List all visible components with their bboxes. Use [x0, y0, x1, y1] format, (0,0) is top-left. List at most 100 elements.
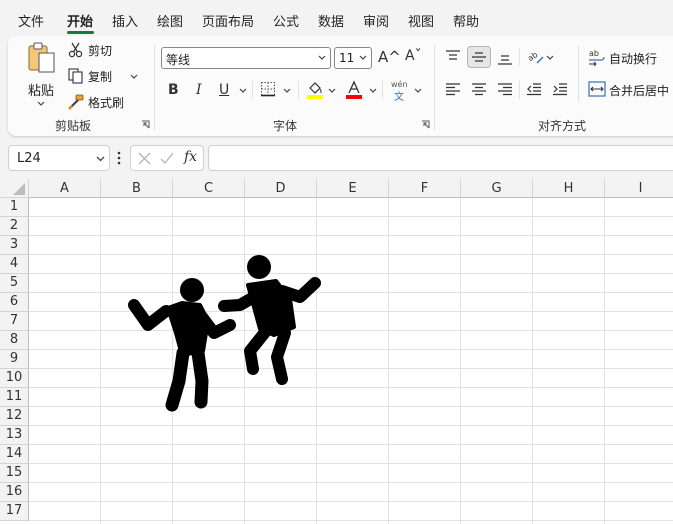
fill-color-swatch — [307, 95, 323, 99]
tab-data[interactable]: 数据 — [318, 11, 344, 30]
separator — [578, 46, 579, 102]
copy-button[interactable]: 复制 — [68, 67, 140, 87]
row-header-12[interactable]: 12 — [0, 407, 29, 426]
decrease-indent-button[interactable] — [522, 78, 546, 100]
dialog-launcher-icon[interactable] — [141, 120, 150, 129]
align-center-button[interactable] — [467, 78, 491, 100]
fill-color-icon[interactable] — [306, 80, 324, 99]
row-header-2[interactable]: 2 — [0, 217, 29, 236]
underline-button[interactable]: U — [219, 82, 229, 98]
increase-indent-button[interactable] — [548, 78, 572, 100]
row-header-17[interactable]: 17 — [0, 502, 29, 521]
chevron-down-icon[interactable] — [546, 55, 554, 61]
borders-icon[interactable] — [260, 81, 276, 97]
row-header-11[interactable]: 11 — [0, 388, 29, 407]
tab-home[interactable]: 开始 — [67, 11, 93, 30]
column-header-f[interactable]: F — [389, 179, 461, 198]
grid-line — [29, 444, 673, 445]
chevron-down-icon[interactable] — [283, 88, 291, 94]
cancel-icon[interactable] — [138, 152, 151, 165]
align-middle-button[interactable] — [467, 46, 491, 68]
font-group-label: 字体 — [273, 119, 298, 133]
merge-center-label: 合并后居中 — [609, 84, 670, 98]
decrease-font-button[interactable]: Aˇ — [405, 48, 422, 64]
dialog-launcher-icon[interactable] — [421, 120, 430, 129]
tab-view[interactable]: 视图 — [408, 11, 434, 30]
align-bottom-button[interactable] — [493, 47, 517, 69]
row-header-4[interactable]: 4 — [0, 255, 29, 274]
column-header-a[interactable]: A — [29, 179, 101, 198]
grid-line — [29, 501, 673, 502]
row-header-1[interactable]: 1 — [0, 198, 29, 217]
tab-insert[interactable]: 插入 — [112, 11, 138, 30]
bold-button[interactable]: B — [168, 82, 179, 98]
font-name-select[interactable]: 等线 — [161, 47, 331, 69]
row-header-7[interactable]: 7 — [0, 312, 29, 331]
row-header-9[interactable]: 9 — [0, 350, 29, 369]
tab-page-layout[interactable]: 页面布局 — [202, 11, 254, 30]
row-header-13[interactable]: 13 — [0, 426, 29, 445]
format-painter-button[interactable]: 格式刷 — [68, 93, 134, 113]
tab-draw[interactable]: 绘图 — [157, 11, 183, 30]
cut-button[interactable]: 剪切 — [68, 41, 128, 61]
paste-button[interactable]: 粘贴 — [22, 42, 60, 108]
chevron-down-icon[interactable] — [130, 74, 138, 80]
row-header-14[interactable]: 14 — [0, 445, 29, 464]
worksheet-grid[interactable]: A B C D E F G H I 1 2 3 4 5 6 7 8 9 10 1… — [0, 179, 673, 524]
italic-button[interactable]: I — [196, 82, 202, 98]
row-header-3[interactable]: 3 — [0, 236, 29, 255]
tab-file[interactable]: 文件 — [18, 11, 44, 30]
tab-review[interactable]: 审阅 — [363, 11, 389, 30]
font-color-icon[interactable] — [345, 80, 363, 99]
merge-center-button[interactable]: 合并后居中 — [588, 79, 673, 101]
grid-line — [29, 235, 673, 236]
row-header-10[interactable]: 10 — [0, 369, 29, 388]
align-right-button[interactable] — [493, 78, 517, 100]
align-left-icon — [446, 83, 460, 96]
svg-text:ab: ab — [589, 49, 599, 58]
alignment-group-label: 对齐方式 — [538, 119, 587, 133]
column-header-d[interactable]: D — [245, 179, 317, 198]
format-painter-label: 格式刷 — [88, 96, 125, 110]
row-header-8[interactable]: 8 — [0, 331, 29, 350]
select-all-corner[interactable] — [0, 179, 29, 198]
column-header-g[interactable]: G — [461, 179, 533, 198]
align-top-button[interactable] — [441, 46, 465, 68]
wrap-text-button[interactable]: ab 自动换行 — [588, 47, 673, 69]
column-header-c[interactable]: C — [173, 179, 245, 198]
svg-text:ab: ab — [527, 50, 539, 63]
enter-icon[interactable] — [160, 152, 174, 165]
font-size-select[interactable]: 11 — [334, 47, 372, 69]
insert-function-button[interactable]: fx — [184, 149, 197, 165]
column-header-b[interactable]: B — [101, 179, 173, 198]
chevron-down-icon[interactable] — [328, 88, 336, 94]
align-left-button[interactable] — [441, 78, 465, 100]
row-header-6[interactable]: 6 — [0, 293, 29, 312]
row-header-15[interactable]: 15 — [0, 464, 29, 483]
column-header-h[interactable]: H — [533, 179, 605, 198]
wrap-text-label: 自动换行 — [609, 52, 658, 66]
phonetic-guide-button[interactable]: wén 文 — [391, 80, 413, 103]
chevron-down-icon[interactable] — [239, 88, 247, 94]
increase-indent-icon — [553, 83, 567, 96]
increase-font-button[interactable]: A^ — [378, 48, 401, 66]
more-options-icon[interactable] — [117, 151, 121, 165]
tab-help[interactable]: 帮助 — [453, 11, 479, 30]
grid-line — [100, 198, 101, 524]
orientation-button[interactable]: ab — [524, 46, 548, 68]
separator — [252, 81, 253, 99]
name-box[interactable]: L24 — [8, 145, 110, 171]
font-size-value: 11 — [339, 51, 355, 65]
tab-formulas[interactable]: 公式 — [273, 11, 299, 30]
chevron-down-icon[interactable] — [414, 88, 422, 94]
column-header-i[interactable]: I — [605, 179, 673, 198]
chevron-down-icon[interactable] — [369, 88, 377, 94]
grid-line — [29, 463, 673, 464]
row-header-16[interactable]: 16 — [0, 483, 29, 502]
row-header-5[interactable]: 5 — [0, 274, 29, 293]
column-header-e[interactable]: E — [317, 179, 389, 198]
merge-center-icon — [588, 81, 606, 97]
formula-input[interactable] — [208, 145, 673, 171]
separator — [298, 81, 299, 99]
dancing-people-icon[interactable] — [126, 253, 326, 413]
